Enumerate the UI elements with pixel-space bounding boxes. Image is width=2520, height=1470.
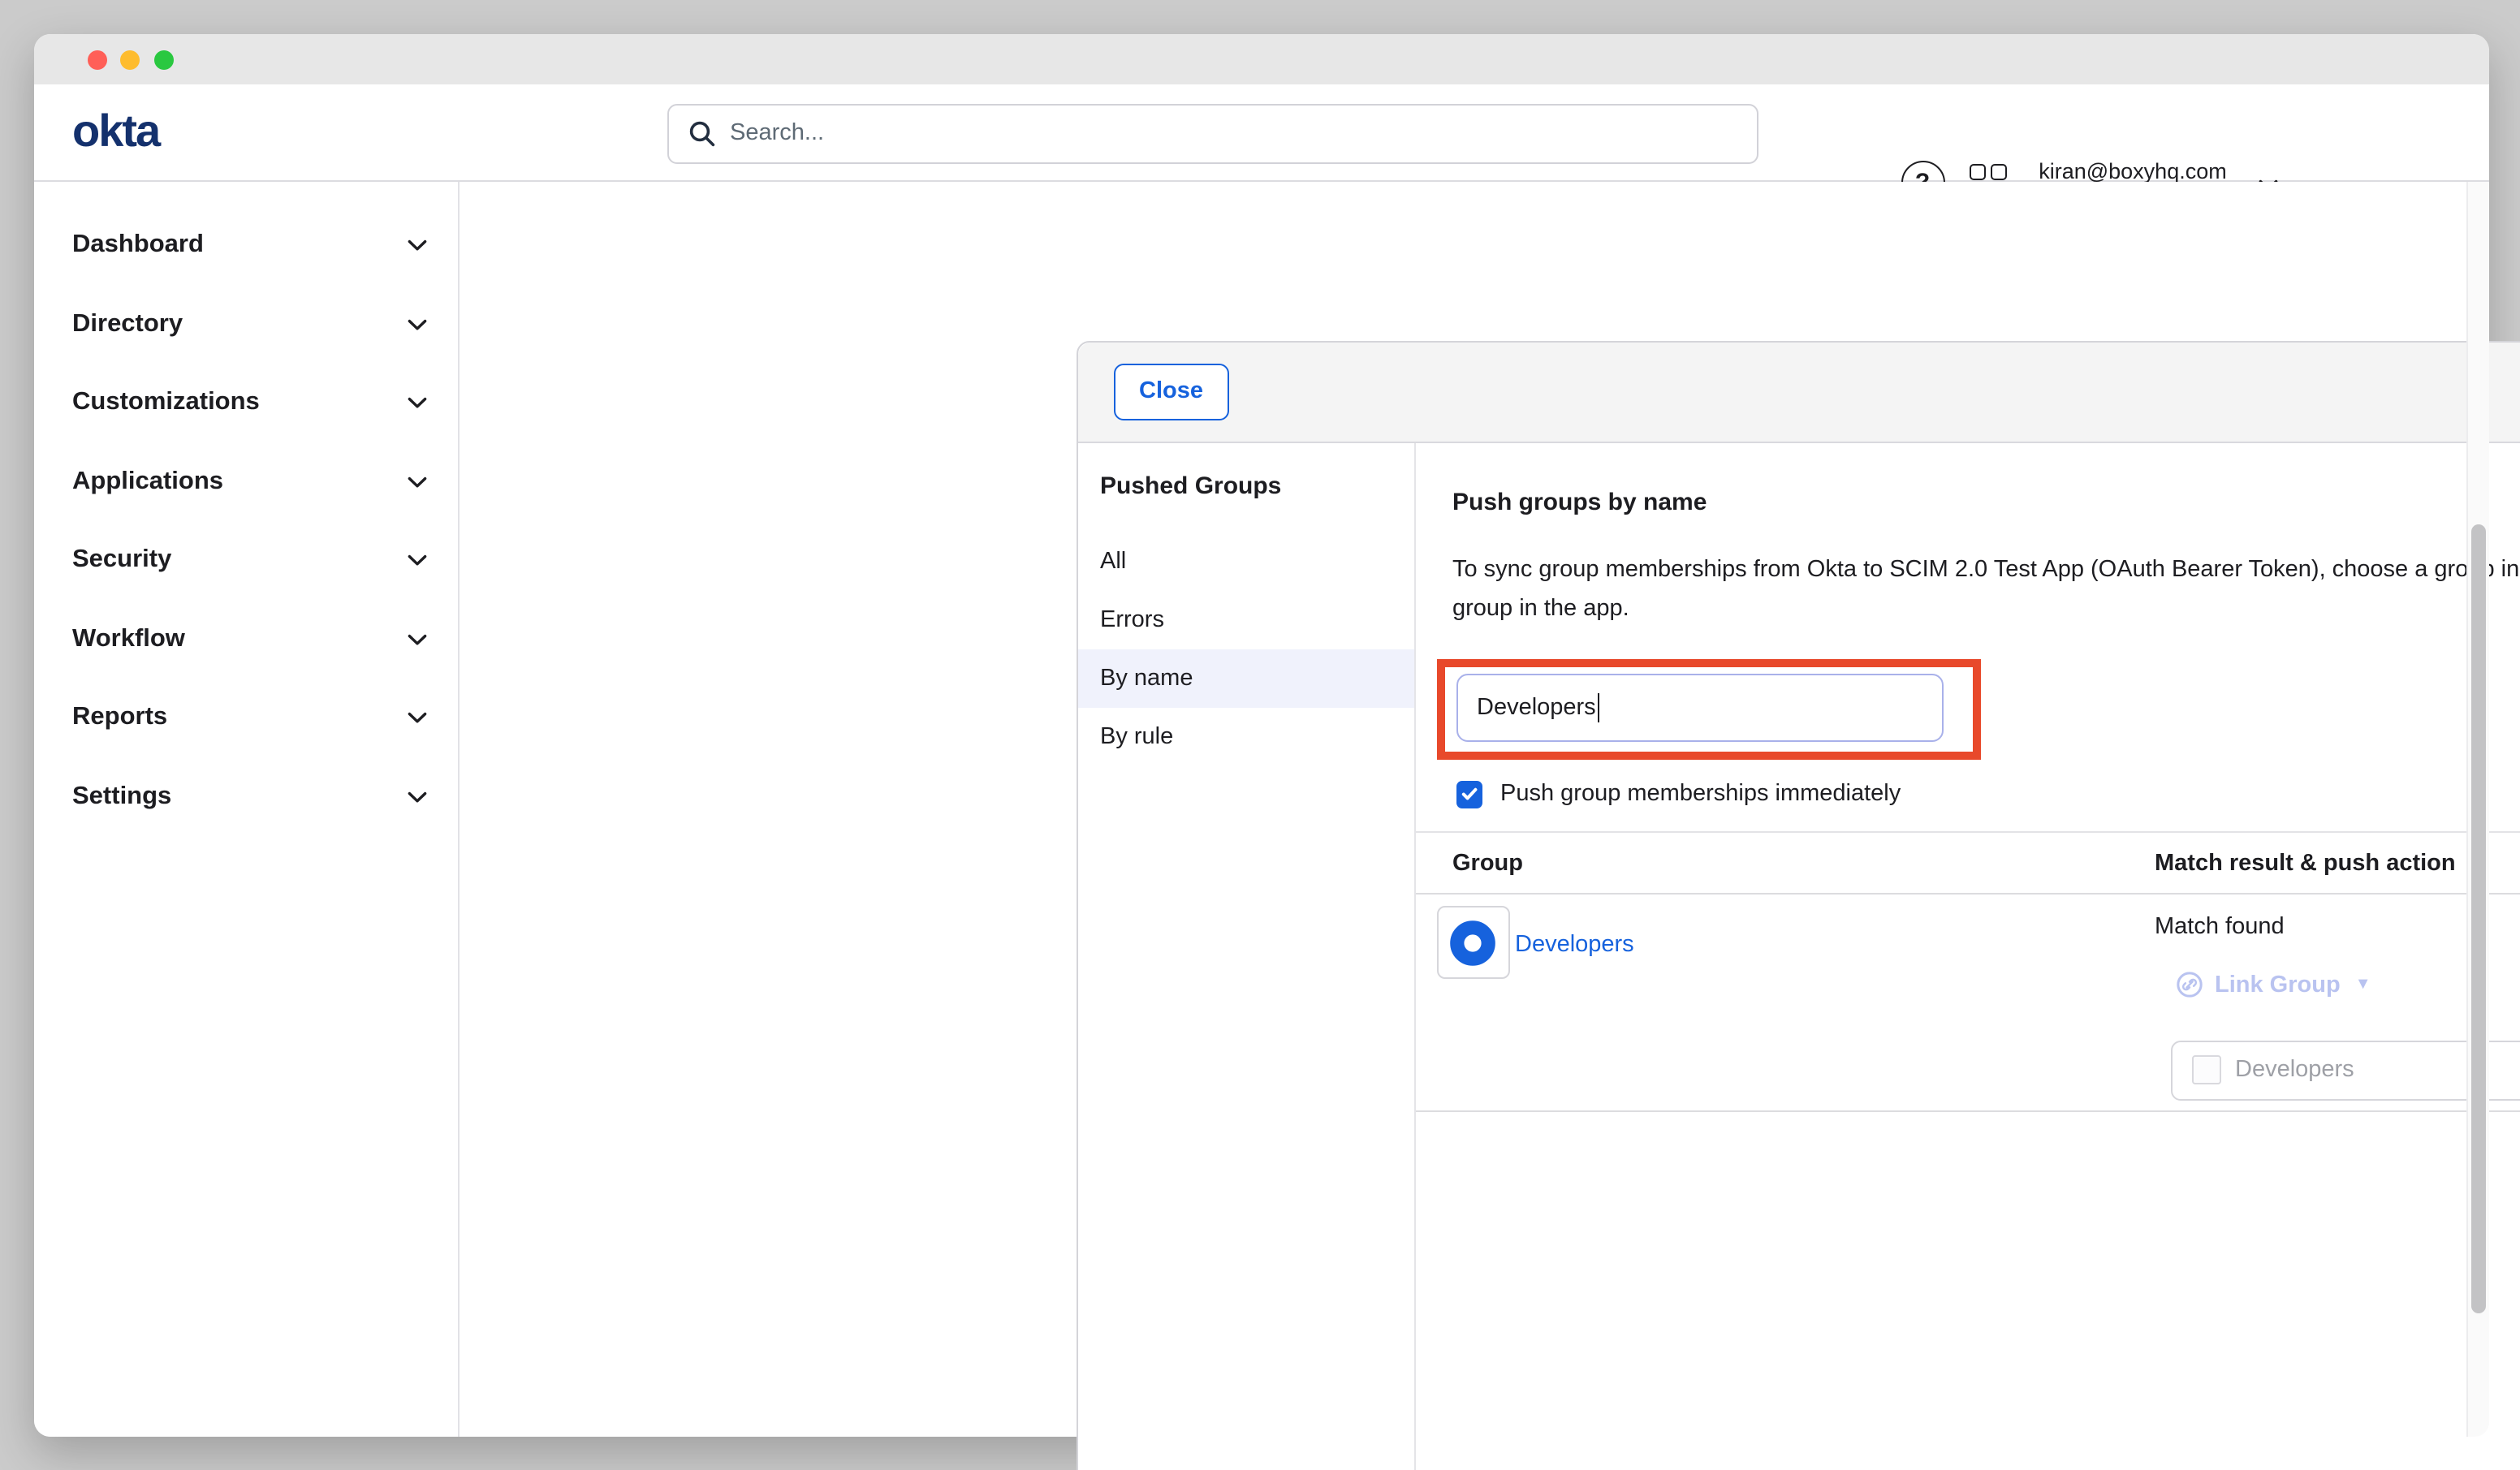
- main-content: Close Pushed Groups All Errors By name B…: [461, 182, 2488, 1437]
- dialog-body: Pushed Groups All Errors By name By rule…: [1077, 442, 2520, 1470]
- checkmark-icon: [1460, 785, 1479, 804]
- scrollbar-track[interactable]: [2466, 182, 2488, 1437]
- link-group-label: Link Group: [2215, 972, 2341, 998]
- pushed-groups-list: All Errors By name By rule: [1077, 532, 1414, 765]
- browser-window: okta Search... ? kiran@boxyhq.com okta-d…: [33, 34, 2488, 1437]
- match-status: Match found: [2155, 913, 2285, 939]
- group-name-input-value: Developers: [1477, 695, 1596, 721]
- chevron-down-icon: [404, 548, 430, 574]
- chevron-down-icon: [404, 784, 430, 810]
- nav-item-by-rule[interactable]: By rule: [1077, 707, 1414, 765]
- push-immediately-checkbox[interactable]: [1456, 781, 1482, 808]
- search-input[interactable]: Search...: [667, 103, 1758, 163]
- group-placeholder-icon: [2191, 1055, 2220, 1084]
- window-zoom-button[interactable]: [153, 50, 173, 69]
- app-header: okta Search... ? kiran@boxyhq.com okta-d…: [33, 84, 2488, 182]
- group-name-link[interactable]: Developers: [1515, 931, 1634, 957]
- dialog-toolbar: Close: [1077, 342, 2520, 442]
- text-cursor: [1598, 693, 1600, 722]
- chevron-down-icon: [404, 312, 430, 338]
- chevron-down-icon: [404, 627, 430, 653]
- sidebar-list: Dashboard Directory Customizations Appli…: [33, 182, 458, 836]
- group-name-input[interactable]: Developers: [1456, 674, 1943, 741]
- group-avatar: [1436, 906, 1509, 979]
- screenshot-stage: okta Search... ? kiran@boxyhq.com okta-d…: [0, 0, 2520, 1470]
- sidebar-item-customizations[interactable]: Customizations: [33, 364, 458, 442]
- nav-item-by-name[interactable]: By name: [1077, 649, 1414, 707]
- chevron-down-icon: [404, 390, 430, 416]
- chevron-down-icon: [404, 705, 430, 731]
- panel-title: Push groups by name: [1452, 489, 1707, 516]
- pushed-groups-nav: Pushed Groups All Errors By name By rule: [1077, 442, 1416, 1470]
- nav-item-all[interactable]: All: [1077, 532, 1414, 590]
- sidebar-item-settings[interactable]: Settings: [33, 757, 458, 836]
- link-icon: [2176, 971, 2203, 998]
- chevron-down-icon: [404, 233, 430, 259]
- sidebar-item-applications[interactable]: Applications: [33, 442, 458, 521]
- table-row-border: [1416, 1110, 2520, 1111]
- sidebar-item-security[interactable]: Security: [33, 521, 458, 600]
- search-placeholder: Search...: [730, 120, 824, 146]
- column-header-group: Group: [1452, 850, 1523, 876]
- close-button[interactable]: Close: [1113, 363, 1229, 420]
- window-close-button[interactable]: [87, 50, 106, 69]
- push-immediately-row: Push group memberships immediately: [1456, 781, 1901, 808]
- nav-item-errors[interactable]: Errors: [1077, 590, 1414, 649]
- table-header-border: [1416, 892, 2520, 894]
- sidebar-nav: Dashboard Directory Customizations Appli…: [33, 182, 460, 1437]
- sidebar-item-reports[interactable]: Reports: [33, 679, 458, 757]
- sidebar-item-dashboard[interactable]: Dashboard: [33, 206, 458, 285]
- search-icon: [688, 119, 715, 147]
- column-header-match: Match result & push action: [2155, 850, 2456, 876]
- pushed-groups-title: Pushed Groups: [1100, 472, 1414, 499]
- table-top-border: [1416, 831, 2520, 833]
- panel-description: To sync group memberships from Okta to S…: [1452, 550, 2520, 629]
- window-titlebar: [33, 34, 2488, 84]
- push-groups-dialog: Close Pushed Groups All Errors By name B…: [1076, 340, 2520, 1470]
- scrollbar-thumb[interactable]: [2471, 524, 2486, 1313]
- link-group-button[interactable]: Link Group ▼: [2176, 971, 2371, 998]
- push-immediately-label: Push group memberships immediately: [1500, 782, 1901, 808]
- group-ring-icon: [1448, 918, 1497, 967]
- sidebar-item-workflow[interactable]: Workflow: [33, 600, 458, 679]
- push-by-name-panel: Push groups by name To sync group member…: [1416, 442, 2520, 1470]
- sidebar-item-directory[interactable]: Directory: [33, 285, 458, 364]
- link-group-caret-icon: ▼: [2355, 976, 2371, 994]
- okta-logo[interactable]: okta: [72, 106, 159, 157]
- chevron-down-icon: [404, 469, 430, 495]
- window-minimize-button[interactable]: [120, 50, 140, 69]
